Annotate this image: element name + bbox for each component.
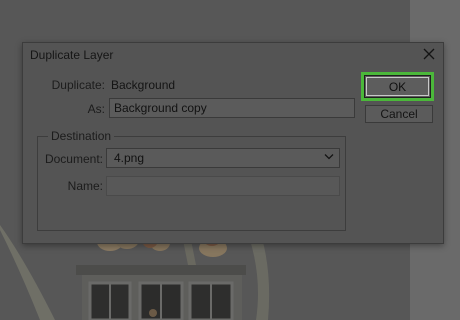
- ok-button-highlight[interactable]: OK: [361, 72, 434, 101]
- close-icon: [423, 48, 435, 60]
- document-label: Document:: [44, 152, 103, 166]
- close-button[interactable]: [419, 44, 439, 64]
- ok-button[interactable]: OK: [364, 75, 431, 98]
- duplicate-label: Duplicate:: [51, 78, 105, 92]
- document-select-value: 4.png: [114, 151, 145, 165]
- name-label: Name:: [67, 179, 103, 193]
- document-select[interactable]: 4.png: [106, 148, 340, 168]
- cancel-button[interactable]: Cancel: [365, 105, 433, 123]
- leaf-shape: [250, 238, 270, 320]
- destination-legend: Destination: [48, 129, 115, 143]
- dialog-title: Duplicate Layer: [30, 48, 114, 62]
- chevron-down-icon: [324, 154, 334, 160]
- window-box: [76, 265, 246, 320]
- dialog-titlebar[interactable]: Duplicate Layer: [23, 43, 443, 67]
- name-input[interactable]: [106, 176, 340, 196]
- duplicate-layer-dialog: Duplicate Layer Duplicate: Background As…: [22, 42, 444, 244]
- as-input[interactable]: [109, 98, 355, 118]
- as-label: As:: [87, 102, 105, 116]
- duplicate-value: Background: [111, 78, 176, 92]
